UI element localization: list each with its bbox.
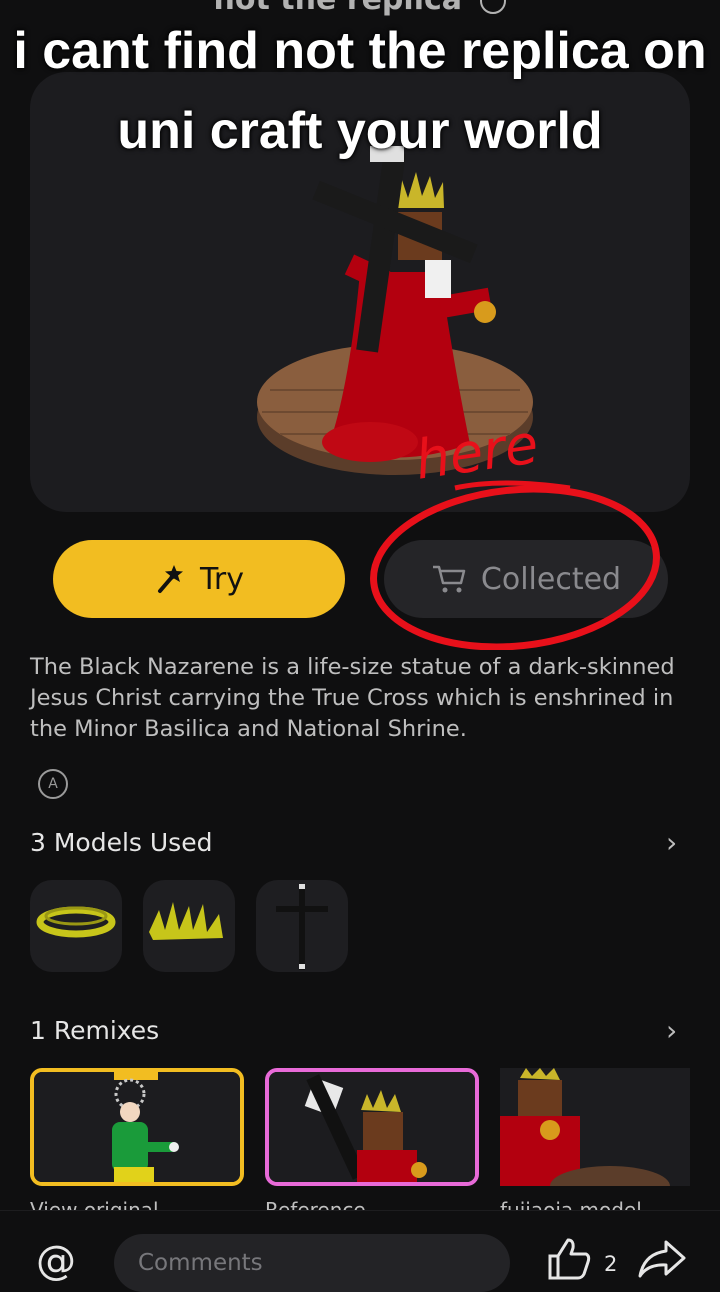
- remix-card-reference[interactable]: [265, 1068, 479, 1186]
- like-count: 2: [604, 1252, 618, 1276]
- model-thumb-2[interactable]: [143, 880, 235, 972]
- comment-input-placeholder: Comments: [138, 1250, 263, 1276]
- remix-card-fujiaoja[interactable]: [500, 1068, 690, 1186]
- hair-spikes-model-icon: [149, 902, 223, 940]
- crown-ring-model-icon: [36, 906, 116, 938]
- remix-fujiaoja-thumbnail: [500, 1068, 690, 1186]
- model-thumb-3[interactable]: [256, 880, 348, 972]
- cross-model-icon: [276, 884, 328, 970]
- remixes-title: 1 Remixes: [30, 1016, 160, 1045]
- model-description: The Black Nazarene is a life-size statue…: [30, 654, 675, 742]
- video-caption-line-2: uni craft your world: [117, 102, 603, 160]
- try-button[interactable]: Try: [53, 540, 345, 618]
- like-thumbs-up-icon[interactable]: [546, 1236, 592, 1280]
- models-used-title: 3 Models Used: [30, 828, 213, 857]
- model-thumb-1[interactable]: [30, 880, 122, 972]
- models-chevron-right-icon[interactable]: ›: [666, 826, 677, 859]
- comment-input[interactable]: Comments: [114, 1234, 510, 1292]
- mention-at-icon[interactable]: @: [36, 1238, 76, 1284]
- annotation-here: here: [411, 412, 541, 491]
- remix-reference-thumbnail: [269, 1072, 475, 1182]
- remixes-chevron-right-icon[interactable]: ›: [666, 1014, 677, 1047]
- magic-wand-icon: [157, 565, 183, 593]
- try-button-label: Try: [199, 561, 244, 597]
- annotation-overlay: here: [370, 412, 660, 650]
- ai-generated-badge-icon[interactable]: A: [38, 769, 68, 799]
- share-arrow-icon[interactable]: [636, 1238, 688, 1278]
- remix-original-thumbnail: [34, 1072, 240, 1182]
- video-caption-line-1: i cant find not the replica on: [13, 22, 707, 80]
- remix-card-original[interactable]: [30, 1068, 244, 1186]
